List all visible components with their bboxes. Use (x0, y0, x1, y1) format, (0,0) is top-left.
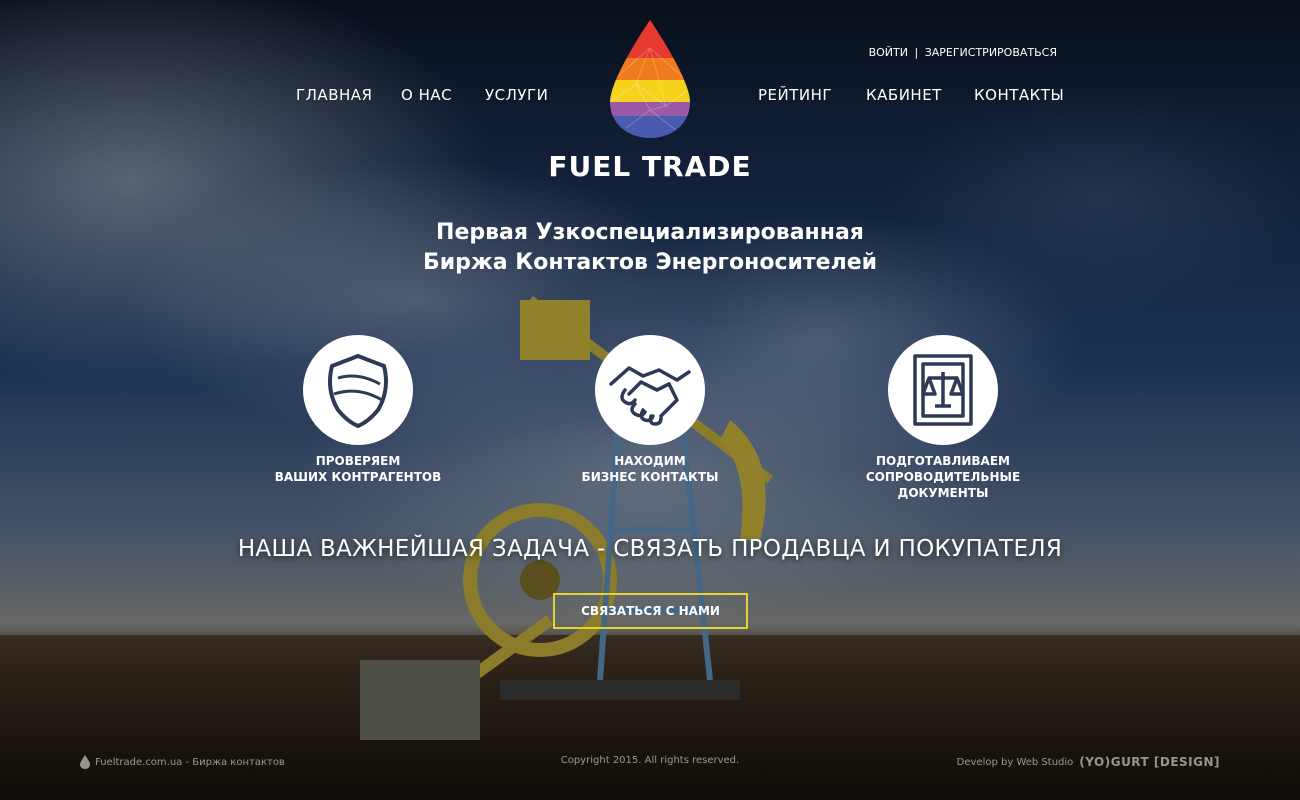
scales-document-icon (888, 335, 998, 445)
feature-contacts-line-2: БИЗНЕС КОНТАКТЫ (581, 470, 719, 484)
footer-developer-text: Develop by Web Studio (956, 756, 1074, 768)
feature-documents: ПОДГОТАВЛИВАЕМ СОПРОВОДИТЕЛЬНЫЕ ДОКУМЕНТ… (823, 335, 1063, 501)
feature-verify-line-1: ПРОВЕРЯЕМ (315, 454, 401, 468)
auth-separator: | (914, 46, 919, 59)
auth-links: ВОЙТИ | ЗАРЕГИСТРИРОВАТЬСЯ (869, 46, 1057, 59)
feature-verify-line-2: ВАШИХ КОНТРАГЕНТОВ (274, 470, 442, 484)
yogurt-design-logo[interactable]: (YO)GURT [DESIGN] (1079, 755, 1220, 769)
nav-cabinet[interactable]: КАБИНЕТ (866, 86, 942, 104)
brand-name: FUEL TRADE (548, 150, 752, 183)
headline-line-1: Первая Узкоспециализированная (436, 220, 864, 245)
feature-verify: ПРОВЕРЯЕМ ВАШИХ КОНТРАГЕНТОВ (238, 335, 478, 485)
feature-documents-line-1: ПОДГОТАВЛИВАЕМ (876, 454, 1010, 468)
nav-contacts[interactable]: КОНТАКТЫ (974, 86, 1064, 104)
hero-headline: Первая Узкоспециализированная Биржа Конт… (0, 218, 1300, 278)
feature-contacts-line-1: НАХОДИМ (614, 454, 686, 468)
login-link[interactable]: ВОЙТИ (869, 46, 908, 59)
shield-icon (303, 335, 413, 445)
nav-services[interactable]: УСЛУГИ (485, 86, 548, 104)
nav-rating[interactable]: РЕЙТИНГ (758, 86, 832, 104)
nav-home[interactable]: ГЛАВНАЯ (296, 86, 372, 104)
feature-documents-line-2: СОПРОВОДИТЕЛЬНЫЕ ДОКУМЕНТЫ (865, 470, 1021, 500)
contact-us-button[interactable]: СВЯЗАТЬСЯ С НАМИ (553, 593, 748, 629)
register-link[interactable]: ЗАРЕГИСТРИРОВАТЬСЯ (925, 46, 1057, 59)
footer-developer: Develop by Web Studio (YO)GURT [DESIGN] (957, 755, 1220, 769)
fuel-drop-logo[interactable] (606, 18, 694, 140)
hero-tagline: НАША ВАЖНЕЙШАЯ ЗАДАЧА - СВЯЗАТЬ ПРОДАВЦА… (237, 536, 1063, 562)
nav-about[interactable]: О НАС (401, 86, 452, 104)
handshake-icon (595, 335, 705, 445)
headline-line-2: Биржа Контактов Энергоносителей (422, 250, 878, 275)
feature-contacts: НАХОДИМ БИЗНЕС КОНТАКТЫ (530, 335, 770, 485)
